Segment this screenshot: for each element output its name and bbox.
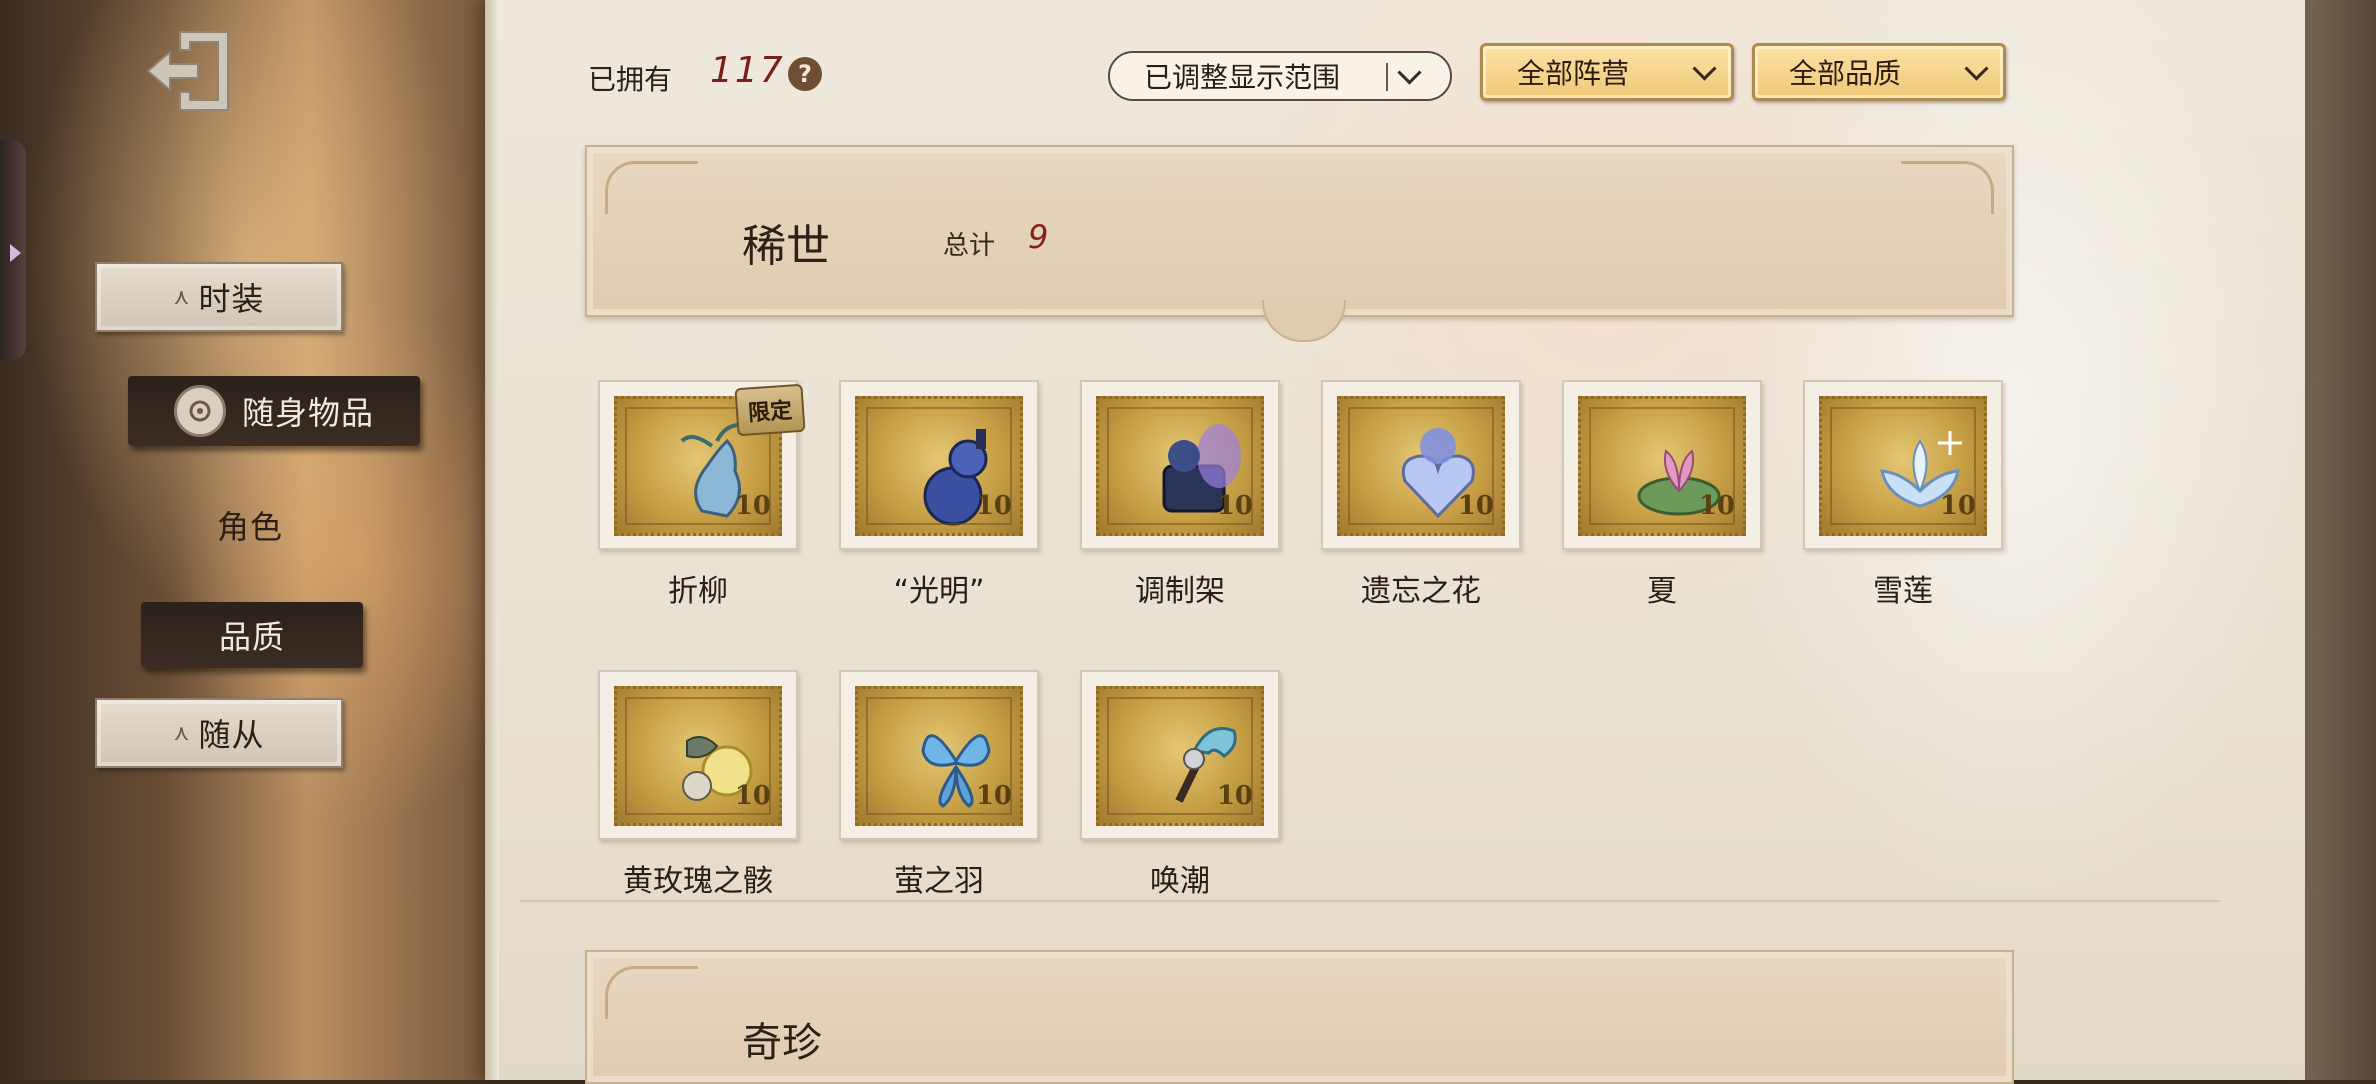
dropdown-label: 已调整显示范围 xyxy=(1144,61,1341,94)
help-button[interactable]: ? xyxy=(788,57,822,91)
nav-item-followers[interactable]: ⋏ 随从 xyxy=(95,698,343,768)
section-total-label: 总计 xyxy=(943,231,996,261)
item-name: 折柳 xyxy=(668,574,728,609)
limited-badge: 限定 xyxy=(734,383,806,437)
chevron-down-icon xyxy=(1397,60,1422,85)
stamp-value: 10 xyxy=(1216,781,1253,811)
stamp-value: 10 xyxy=(734,781,771,811)
lotus-pink-icon xyxy=(1637,449,1721,516)
item-card[interactable]: 10 黄玫瑰之骸 xyxy=(598,670,798,900)
item-name: 萤之羽 xyxy=(894,864,984,899)
stamp-frame: 10 xyxy=(1562,380,1762,550)
item-name: 调制架 xyxy=(1135,574,1225,609)
item-card[interactable]: 10 唤潮 xyxy=(1080,670,1280,900)
stamp-frame: 10 xyxy=(1321,380,1521,550)
nav-item-label: 随从 xyxy=(198,716,265,754)
item-card[interactable]: 10 限定折柳 xyxy=(598,380,806,610)
item-name: 黄玫瑰之骸 xyxy=(623,864,773,899)
chevron-down-icon xyxy=(1692,56,1717,81)
nav-item-character[interactable]: 角色 xyxy=(160,495,340,555)
gourd-bottle-icon xyxy=(923,429,988,526)
stamp-value: 10 xyxy=(1457,491,1494,521)
exit-button[interactable] xyxy=(140,22,240,122)
stamp-inner: 10 xyxy=(855,686,1023,826)
stamp-value: 10 xyxy=(975,491,1012,521)
next-section-title: 奇珍 xyxy=(742,1020,822,1066)
owned-label: 已拥有 xyxy=(588,63,673,96)
tick-icon: ⋏ xyxy=(173,720,191,746)
nav-item-fashion[interactable]: ⋏ 时装 xyxy=(95,262,343,332)
chevron-right-icon xyxy=(10,244,21,262)
section-total-count: 9 xyxy=(1028,218,1049,256)
side-drawer-handle[interactable] xyxy=(0,140,26,360)
display-range-dropdown[interactable]: 已调整显示范围 xyxy=(1108,51,1452,101)
stamp-inner: 10 xyxy=(1337,396,1505,536)
dropdown-label: 全部品质 xyxy=(1789,57,1902,90)
stamp-inner: 10 xyxy=(1096,396,1264,536)
yellow-rose-icon xyxy=(682,736,753,801)
nav-item-label: 时装 xyxy=(198,280,265,318)
camp-filter-dropdown[interactable]: 全部阵营 xyxy=(1480,43,1734,101)
stamp-inner: 10 xyxy=(1578,396,1746,536)
nav-item-carry-items[interactable]: 随身物品 xyxy=(128,376,420,446)
stamp-frame: 10 xyxy=(598,670,798,840)
stamp-value: 10 xyxy=(1939,491,1976,521)
nav-item-quality[interactable]: 品质 xyxy=(141,602,363,668)
stamp-value: 10 xyxy=(1216,491,1253,521)
item-card[interactable]: 10 遗忘之花 xyxy=(1321,380,1521,610)
stamp-frame: 10 xyxy=(1080,670,1280,840)
chevron-down-icon xyxy=(1964,56,1989,81)
stamp-inner: 10 xyxy=(1819,396,1987,536)
stamp-value: 10 xyxy=(975,781,1012,811)
item-name: 夏 xyxy=(1647,574,1677,609)
snow-lotus-icon xyxy=(1880,431,1962,508)
stamp-inner: 10 xyxy=(855,396,1023,536)
stamp-frame: 10 限定 xyxy=(598,380,806,550)
item-name: 唤潮 xyxy=(1150,864,1210,899)
tide-caller-icon xyxy=(1175,727,1237,803)
stamp-frame: 10 xyxy=(1803,380,2003,550)
stamp-frame: 10 xyxy=(839,670,1039,840)
item-card[interactable]: 10 雪莲 xyxy=(1803,380,2003,610)
item-grid: 10 限定折柳 10 “光明” 10 调制架 10 遗忘之花 10 夏 10 雪莲 10 黄玫瑰之骸 10 萤… xyxy=(598,380,2018,920)
stamp-value: 10 xyxy=(1698,491,1735,521)
tick-icon: ⋏ xyxy=(173,284,191,310)
item-name: “光明” xyxy=(893,574,985,609)
item-card[interactable]: 10 “光明” xyxy=(839,380,1039,610)
owned-count: 117 xyxy=(710,50,785,91)
item-card[interactable]: 10 萤之羽 xyxy=(839,670,1039,900)
stamp-frame: 10 xyxy=(839,380,1039,550)
stamp-inner: 10 xyxy=(1096,686,1264,826)
nav-item-label: 角色 xyxy=(216,508,283,546)
shield-icon xyxy=(173,385,226,437)
stamp-value: 10 xyxy=(734,491,771,521)
item-name: 雪莲 xyxy=(1873,574,1933,609)
quality-filter-dropdown[interactable]: 全部品质 xyxy=(1752,43,2006,101)
firefly-wing-icon xyxy=(921,734,991,808)
stamp-inner: 10 xyxy=(614,686,782,826)
exit-icon xyxy=(146,31,229,111)
section-title: 稀世 xyxy=(742,221,830,272)
item-name: 遗忘之花 xyxy=(1361,574,1481,609)
item-card[interactable]: 10 调制架 xyxy=(1080,380,1280,610)
item-card[interactable]: 10 夏 xyxy=(1562,380,1762,610)
nav-item-label: 品质 xyxy=(218,618,285,656)
crystal-heart-icon xyxy=(1401,428,1475,519)
dropdown-label: 全部阵营 xyxy=(1517,57,1630,90)
stamp-frame: 10 xyxy=(1080,380,1280,550)
mixing-rack-icon xyxy=(1162,424,1241,513)
nav-item-label: 随身物品 xyxy=(241,394,374,432)
